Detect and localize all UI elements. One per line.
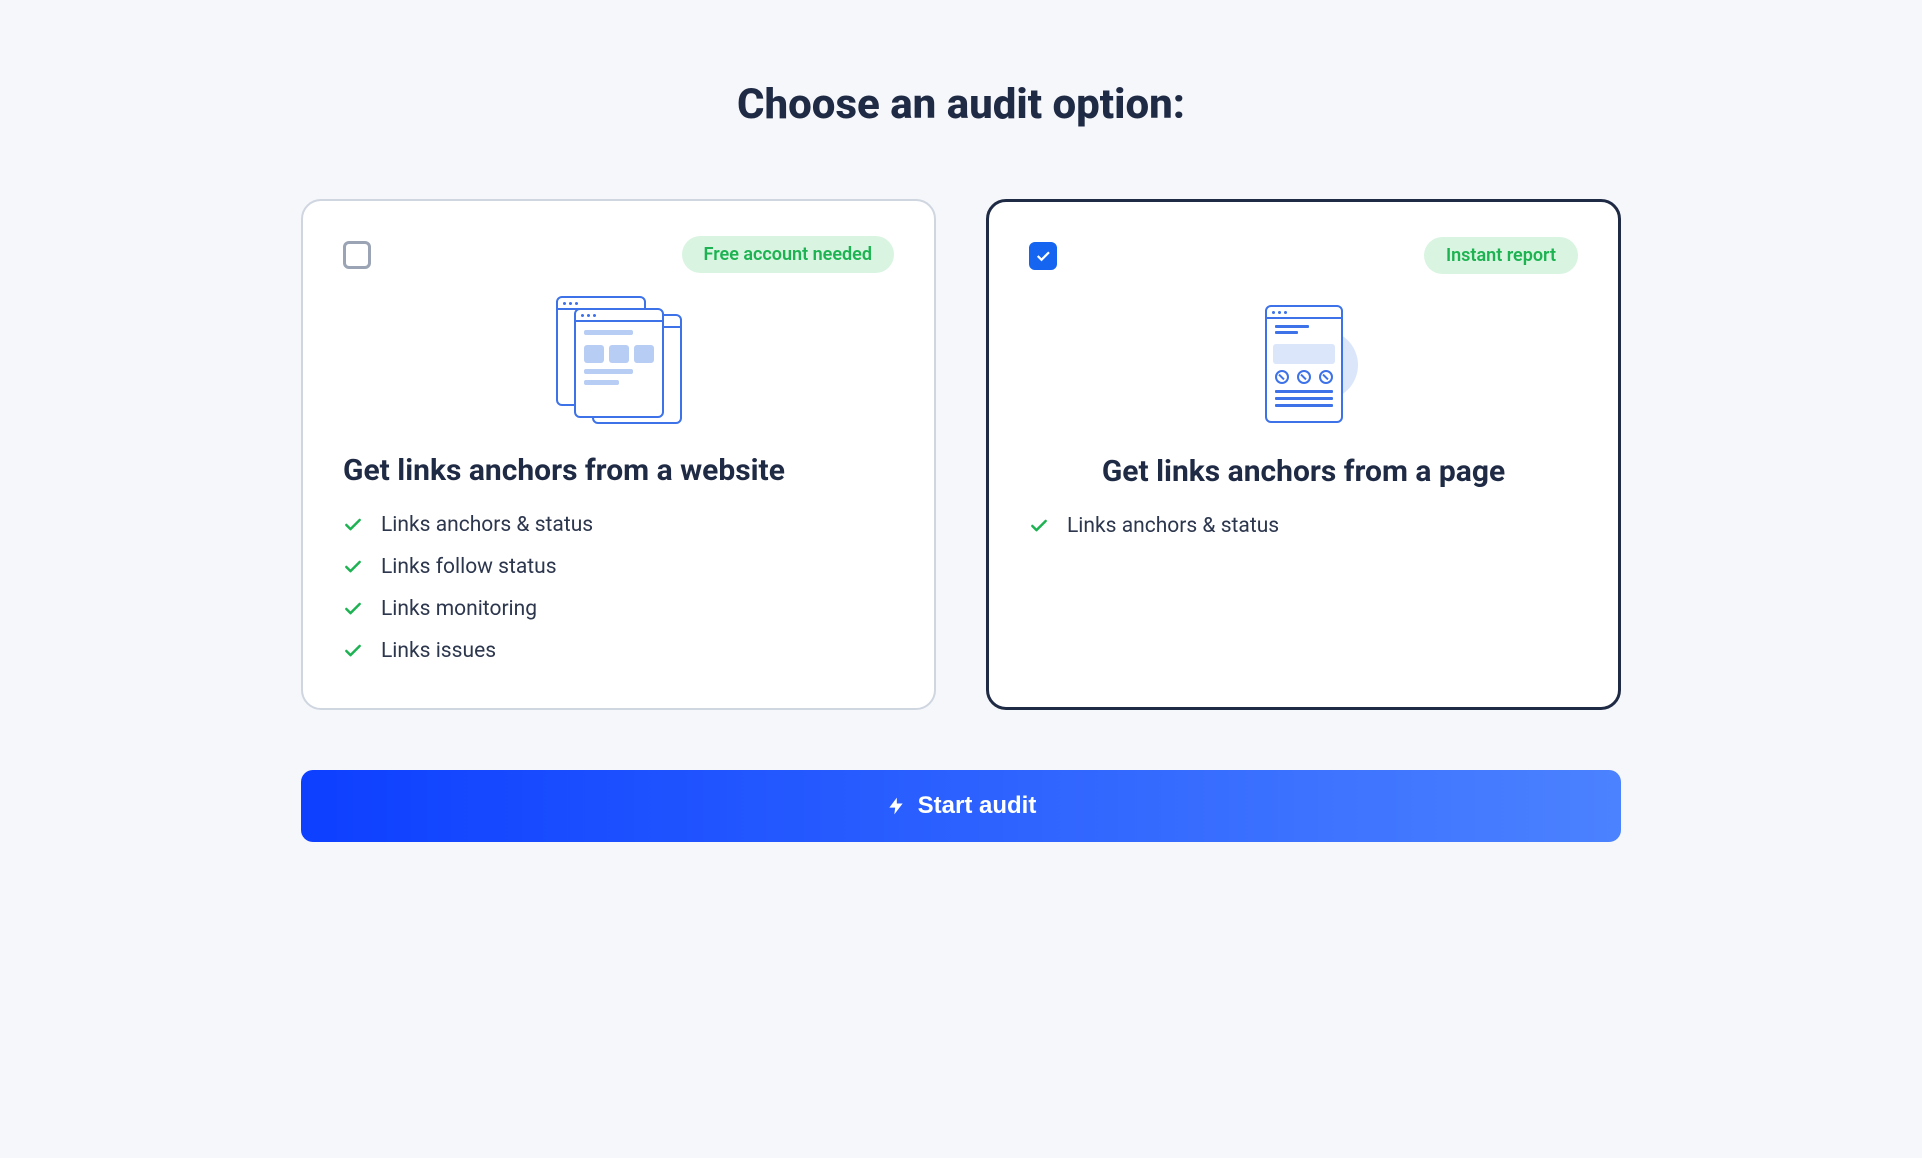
badge-free-account: Free account needed [682,236,894,273]
badge-instant-report: Instant report [1424,237,1578,274]
feature-item: Links follow status [343,555,894,579]
audit-option-website-card[interactable]: Free account needed [301,199,936,710]
feature-list: Links anchors & status [1029,514,1578,538]
feature-item: Links anchors & status [1029,514,1578,538]
audit-option-cards: Free account needed [301,199,1621,710]
feature-text: Links anchors & status [381,513,593,537]
page-illustration [1029,294,1578,434]
start-audit-label: Start audit [918,792,1037,820]
check-icon [343,641,363,661]
feature-list: Links anchors & status Links follow stat… [343,513,894,663]
start-audit-button[interactable]: Start audit [301,770,1621,842]
feature-item: Links anchors & status [343,513,894,537]
card-title-page: Get links anchors from a page [1029,454,1578,489]
card-header: Instant report [1029,237,1578,274]
website-illustration [343,293,894,433]
feature-text: Links follow status [381,555,557,579]
check-icon [343,599,363,619]
bolt-icon [886,795,906,817]
card-header: Free account needed [343,236,894,273]
audit-option-container: Choose an audit option: Free account nee… [301,80,1621,842]
feature-text: Links issues [381,639,496,663]
check-icon [343,557,363,577]
page-title: Choose an audit option: [301,80,1621,129]
feature-item: Links issues [343,639,894,663]
check-icon [343,515,363,535]
feature-item: Links monitoring [343,597,894,621]
feature-text: Links monitoring [381,597,537,621]
option-checkbox-unchecked[interactable] [343,241,371,269]
feature-text: Links anchors & status [1067,514,1279,538]
card-title-website: Get links anchors from a website [343,453,894,488]
check-icon [1029,516,1049,536]
single-page-icon [1265,305,1343,423]
option-checkbox-checked[interactable] [1029,242,1057,270]
audit-option-page-card[interactable]: Instant report Get links anchors from a … [986,199,1621,710]
multi-page-icon [574,308,664,418]
